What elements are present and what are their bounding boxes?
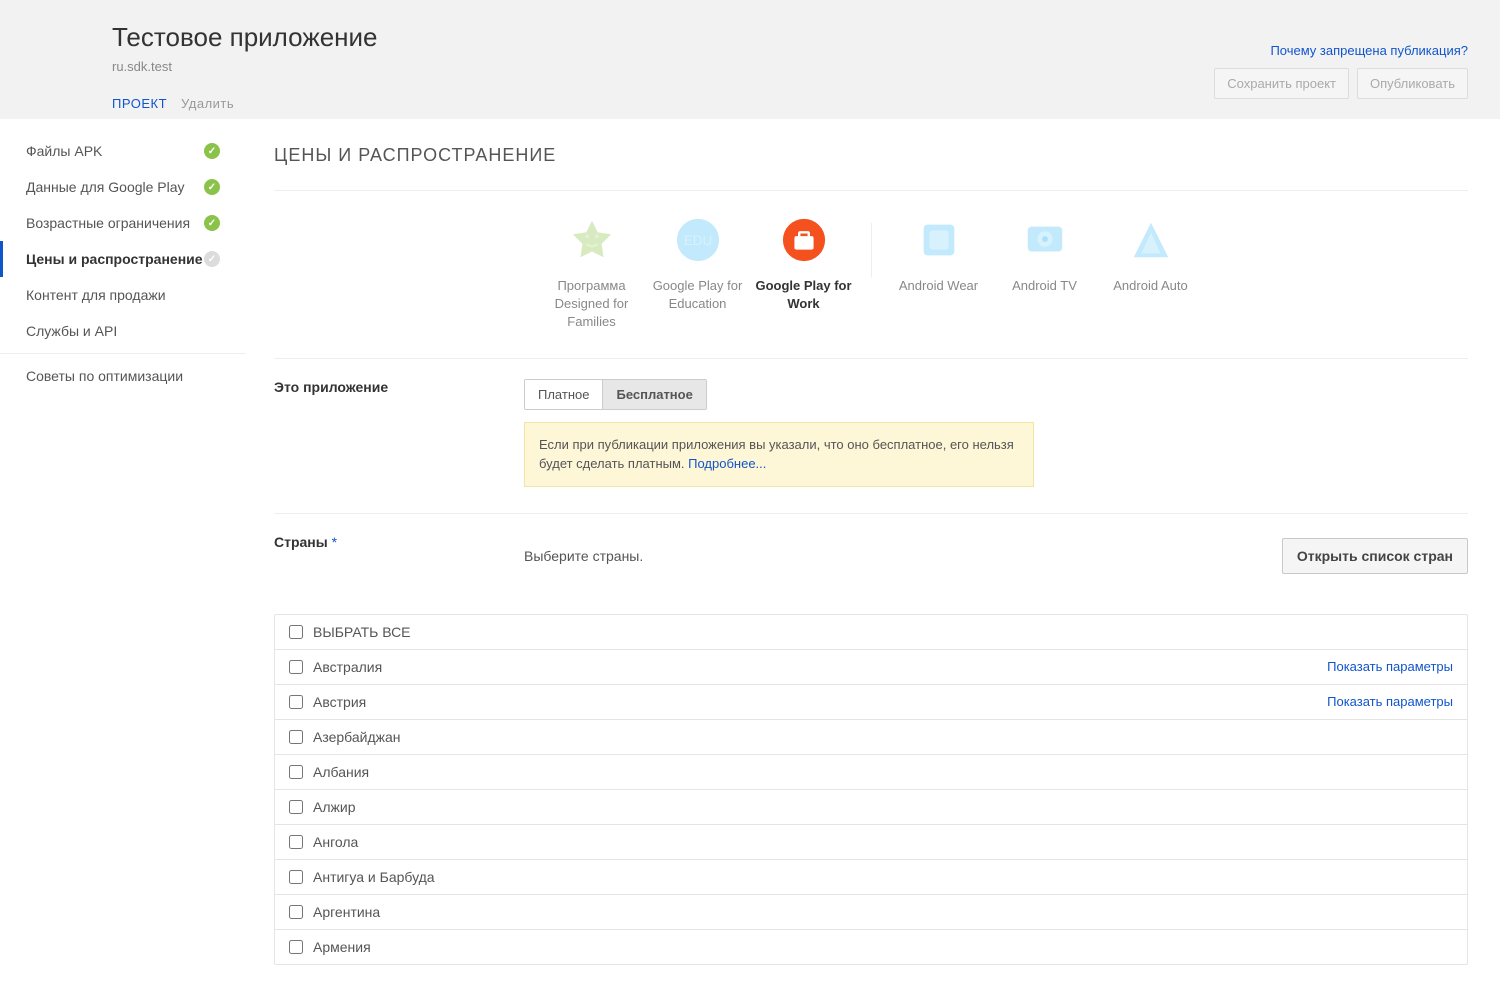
header-tabs: ПРОЕКТ Удалить bbox=[112, 96, 1468, 119]
select-all-countries-row[interactable]: ВЫБРАТЬ ВСЕ bbox=[275, 615, 1467, 650]
country-name: Аргентина bbox=[313, 904, 380, 920]
country-row[interactable]: Алжир bbox=[275, 790, 1467, 825]
country-name: Армения bbox=[313, 939, 371, 955]
country-row[interactable]: Ангола bbox=[275, 825, 1467, 860]
app-type-row: Это приложение Платное Бесплатное Если п… bbox=[274, 379, 1468, 487]
country-checkbox[interactable] bbox=[289, 835, 303, 849]
sidebar-item-label: Цены и распространение bbox=[26, 251, 203, 267]
sidebar-item[interactable]: Контент для продажи bbox=[0, 277, 246, 313]
check-ok-icon bbox=[204, 179, 220, 195]
auto-icon bbox=[1128, 217, 1174, 263]
countries-label: Страны * bbox=[274, 534, 524, 550]
select-all-label: ВЫБРАТЬ ВСЕ bbox=[313, 624, 411, 640]
free-warning-box: Если при публикации приложения вы указал… bbox=[524, 422, 1034, 487]
country-checkbox[interactable] bbox=[289, 940, 303, 954]
country-row[interactable]: Албания bbox=[275, 755, 1467, 790]
show-parameters-link[interactable]: Показать параметры bbox=[1327, 659, 1453, 674]
distribution-item[interactable]: Google Play for Work bbox=[751, 217, 857, 313]
country-row[interactable]: Азербайджан bbox=[275, 720, 1467, 755]
country-checkbox[interactable] bbox=[289, 695, 303, 709]
check-grey-icon bbox=[204, 251, 220, 267]
publish-button[interactable]: Опубликовать bbox=[1357, 68, 1468, 99]
sidebar-item[interactable]: Файлы APK bbox=[0, 133, 246, 169]
select-all-checkbox[interactable] bbox=[289, 625, 303, 639]
show-parameters-link[interactable]: Показать параметры bbox=[1327, 694, 1453, 709]
distribution-label: Android Wear bbox=[890, 277, 988, 295]
country-name: Азербайджан bbox=[313, 729, 401, 745]
why-disabled-link[interactable]: Почему запрещена публикация? bbox=[1270, 43, 1468, 58]
sidebar-item-label: Возрастные ограничения bbox=[26, 215, 190, 231]
tv-icon bbox=[1022, 217, 1068, 263]
distribution-label: Программа Designed for Families bbox=[543, 277, 641, 332]
country-checkbox[interactable] bbox=[289, 800, 303, 814]
sidebar-item-optimize[interactable]: Советы по оптимизации bbox=[0, 353, 246, 394]
edu-icon: EDU bbox=[675, 217, 721, 263]
open-country-list-button[interactable]: Открыть список стран bbox=[1282, 538, 1468, 574]
sidebar-item[interactable]: Данные для Google Play bbox=[0, 169, 246, 205]
country-name: Антигуа и Барбуда bbox=[313, 869, 435, 885]
country-list: ВЫБРАТЬ ВСЕАвстралияПоказать параметрыАв… bbox=[274, 614, 1468, 965]
sidebar-item-label: Файлы APK bbox=[26, 143, 102, 159]
app-type-label: Это приложение bbox=[274, 379, 524, 395]
paid-option[interactable]: Платное bbox=[525, 380, 602, 409]
sidebar-item-label: Службы и API bbox=[26, 323, 117, 339]
distribution-item[interactable]: Программа Designed for Families bbox=[539, 217, 645, 332]
check-ok-icon bbox=[204, 215, 220, 231]
country-name: Алжир bbox=[313, 799, 355, 815]
country-checkbox[interactable] bbox=[289, 660, 303, 674]
country-checkbox[interactable] bbox=[289, 870, 303, 884]
pricing-toggle: Платное Бесплатное bbox=[524, 379, 707, 410]
country-name: Ангола bbox=[313, 834, 358, 850]
distribution-item[interactable]: Android Auto bbox=[1098, 217, 1204, 295]
section-title: ЦЕНЫ И РАСПРОСТРАНЕНИЕ bbox=[274, 145, 1468, 166]
sidebar-item[interactable]: Возрастные ограничения bbox=[0, 205, 246, 241]
header-right: Почему запрещена публикация? Сохранить п… bbox=[1214, 42, 1468, 99]
work-icon bbox=[781, 217, 827, 263]
distribution-label: Android Auto bbox=[1102, 277, 1200, 295]
tab-project[interactable]: ПРОЕКТ bbox=[112, 96, 167, 111]
country-name: Албания bbox=[313, 764, 369, 780]
country-row[interactable]: Австралия Показать параметры bbox=[275, 650, 1467, 685]
sidebar-item[interactable]: Цены и распространение bbox=[0, 241, 246, 277]
distribution-label: Android TV bbox=[996, 277, 1094, 295]
countries-header-row: Страны * Выберите страны. Открыть список… bbox=[274, 534, 1468, 574]
distribution-channels: Программа Designed for Families EDU Google… bbox=[274, 217, 1468, 332]
country-row[interactable]: Армения bbox=[275, 930, 1467, 964]
check-ok-icon bbox=[204, 143, 220, 159]
sidebar-item-label: Данные для Google Play bbox=[26, 179, 185, 195]
distribution-label: Google Play for Work bbox=[755, 277, 853, 313]
sidebar: Файлы APK Данные для Google Play Возрастны… bbox=[0, 119, 246, 1005]
learn-more-link[interactable]: Подробнее... bbox=[688, 456, 766, 471]
distribution-item[interactable]: Android Wear bbox=[886, 217, 992, 295]
wear-icon bbox=[916, 217, 962, 263]
svg-text:EDU: EDU bbox=[683, 233, 711, 248]
free-option[interactable]: Бесплатное bbox=[602, 380, 705, 409]
country-row[interactable]: Австрия Показать параметры bbox=[275, 685, 1467, 720]
distribution-item[interactable]: Android TV bbox=[992, 217, 1098, 295]
country-checkbox[interactable] bbox=[289, 765, 303, 779]
select-countries-text: Выберите страны. bbox=[524, 548, 643, 564]
sidebar-item-label: Контент для продажи bbox=[26, 287, 166, 303]
free-warning-text: Если при публикации приложения вы указал… bbox=[539, 437, 1014, 472]
main-content: ЦЕНЫ И РАСПРОСТРАНЕНИЕ Программа Designe… bbox=[246, 119, 1500, 1005]
country-name: Австрия bbox=[313, 694, 366, 710]
tab-delete[interactable]: Удалить bbox=[181, 96, 234, 111]
distribution-label: Google Play for Education bbox=[649, 277, 747, 313]
country-name: Австралия bbox=[313, 659, 382, 675]
country-row[interactable]: Аргентина bbox=[275, 895, 1467, 930]
header-bar: Тестовое приложение ru.sdk.test ПРОЕКТ У… bbox=[0, 0, 1500, 119]
distribution-separator bbox=[871, 223, 872, 277]
country-row[interactable]: Антигуа и Барбуда bbox=[275, 860, 1467, 895]
distribution-item[interactable]: EDU Google Play for Education bbox=[645, 217, 751, 313]
save-project-button[interactable]: Сохранить проект bbox=[1214, 68, 1349, 99]
country-checkbox[interactable] bbox=[289, 905, 303, 919]
country-checkbox[interactable] bbox=[289, 730, 303, 744]
sidebar-item[interactable]: Службы и API bbox=[0, 313, 246, 349]
star-icon bbox=[569, 217, 615, 263]
